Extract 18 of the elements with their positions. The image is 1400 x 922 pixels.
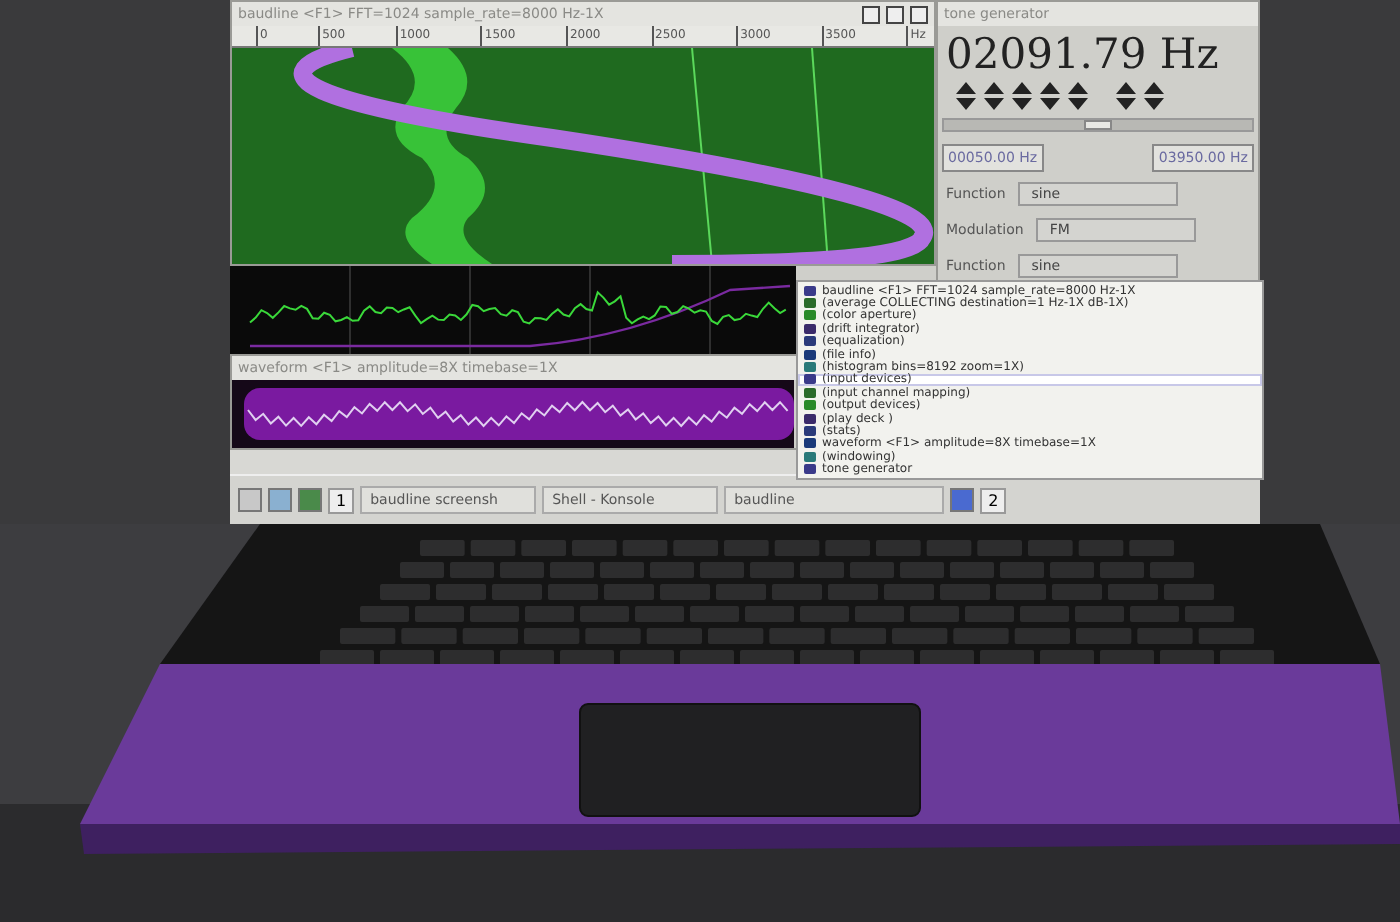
close-icon[interactable] [910, 5, 928, 23]
tray-icon[interactable] [950, 488, 975, 513]
up-down-arrows-icon[interactable] [954, 82, 978, 110]
launcher-icon[interactable] [268, 488, 292, 513]
up-down-arrows-icon[interactable] [1010, 82, 1034, 110]
maximize-icon[interactable] [886, 5, 904, 23]
slider-thumb[interactable] [1084, 120, 1112, 130]
launcher-icon[interactable] [298, 488, 322, 513]
minimize-icon[interactable] [862, 5, 880, 23]
desktop-pager-button[interactable]: 2 [980, 487, 1007, 514]
launcher-icon[interactable] [238, 488, 262, 513]
up-down-arrows-icon[interactable] [1114, 82, 1138, 110]
up-down-arrows-icon[interactable] [982, 82, 1006, 110]
up-down-arrows-icon[interactable] [1066, 82, 1090, 110]
up-down-arrows-icon[interactable] [1038, 82, 1062, 110]
up-down-arrows-icon[interactable] [1142, 82, 1166, 110]
frequency-readout: 02091.79 Hz [944, 28, 1221, 82]
desktop-pager-button[interactable]: 1 [328, 487, 355, 514]
